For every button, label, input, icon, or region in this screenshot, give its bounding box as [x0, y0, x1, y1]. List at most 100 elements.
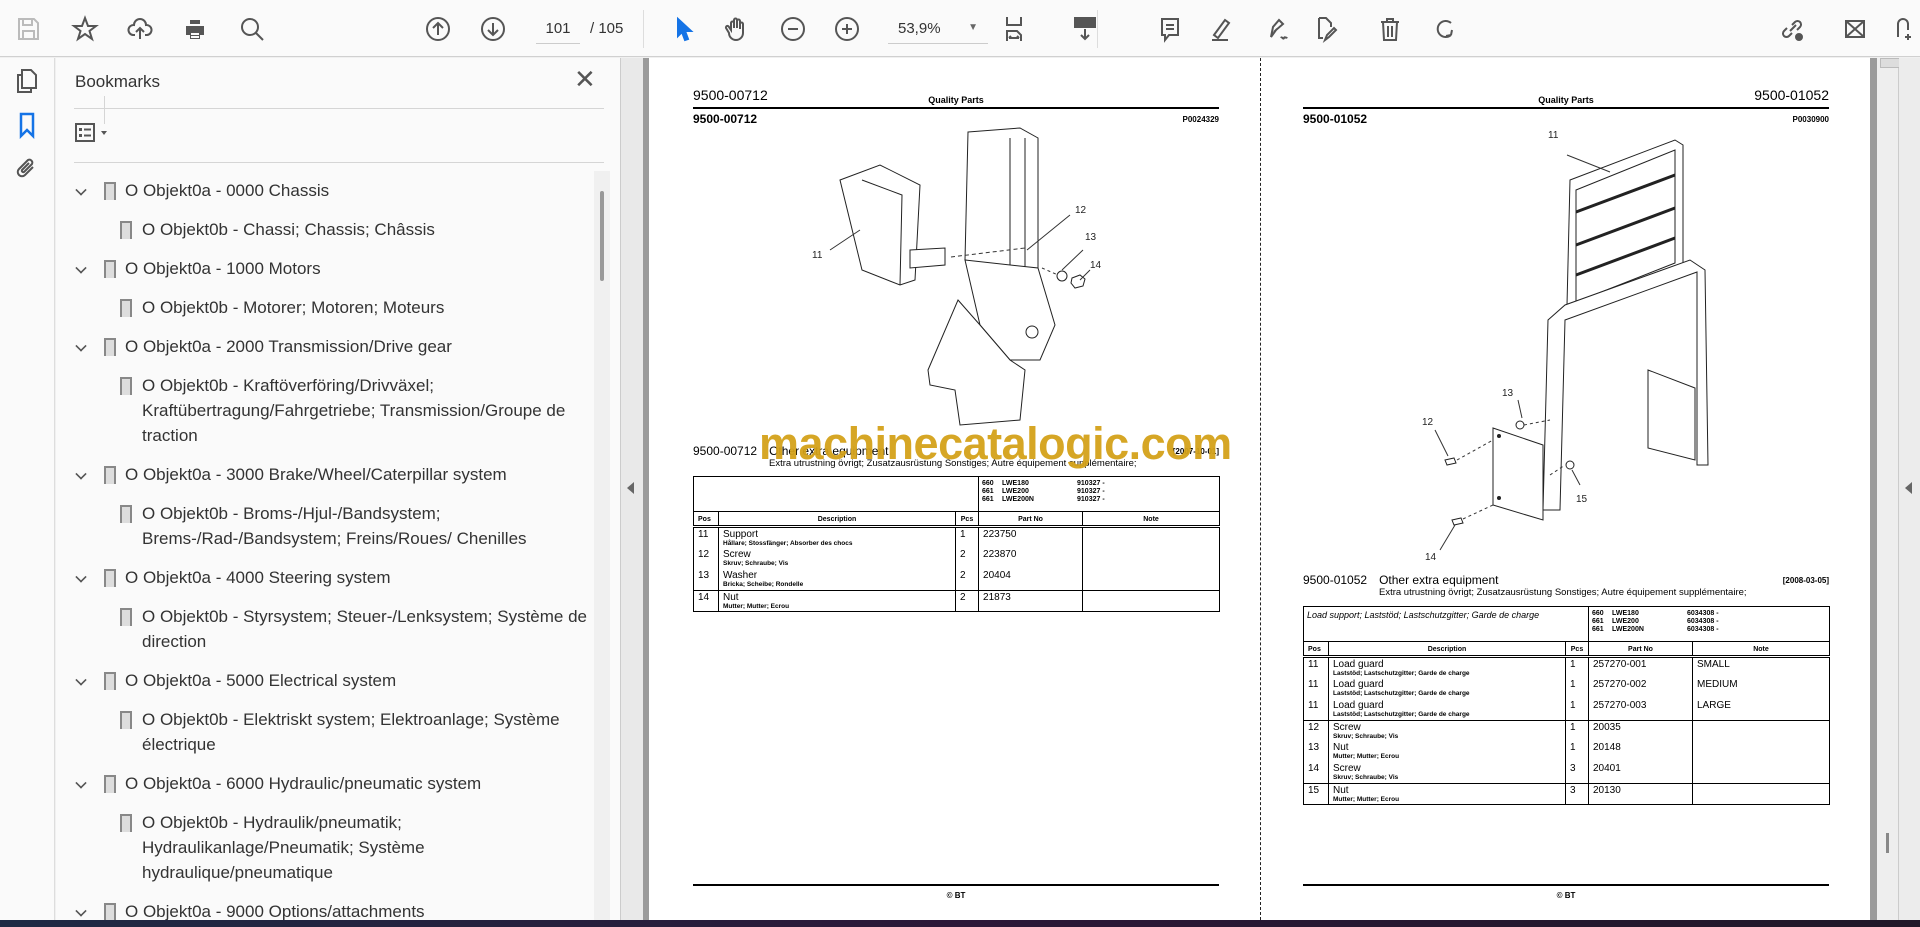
previous-page-icon[interactable] — [421, 12, 455, 46]
hand-tool-icon[interactable] — [720, 12, 754, 46]
chevron-down-icon[interactable] — [75, 184, 87, 196]
expand-right-pane-icon[interactable] — [1905, 482, 1912, 494]
bookmark-item[interactable]: O Objekt0b - Chassi; Chassis; Châssis — [56, 210, 596, 249]
description-translations: Skruv; Schraube; Vis — [723, 560, 789, 567]
select-pointer-icon[interactable] — [667, 12, 701, 46]
bookmark-icon — [104, 903, 116, 921]
watermark: machinecatalogic.com — [759, 418, 1232, 469]
close-icon[interactable]: ✕ — [574, 64, 596, 95]
bookmark-item[interactable]: O Objekt0a - 1000 Motors — [56, 249, 596, 288]
bookmark-item[interactable]: O Objekt0a - 4000 Steering system — [56, 558, 596, 597]
part-number-cell: 20404 — [978, 569, 1084, 590]
fit-page-icon[interactable] — [998, 12, 1032, 46]
column-header-pcs: Pcs — [1565, 641, 1589, 658]
page-thumbnails-icon[interactable] — [10, 64, 44, 98]
page-number-input[interactable] — [536, 14, 580, 44]
chevron-down-icon[interactable] — [75, 340, 87, 352]
trash-icon[interactable] — [1373, 12, 1407, 46]
bookmark-item[interactable]: O Objekt0b - Hydraulik/pneumatik; Hydrau… — [56, 803, 596, 892]
model-row: 661 LWE200N 910327 - — [982, 496, 1216, 504]
edit-pdf-icon[interactable] — [1308, 12, 1342, 46]
table-row: 14 Screw Skruv; Schraube; Vis 3 20401 — [1303, 762, 1830, 783]
column-header-part: Part No — [1588, 641, 1693, 658]
bookmark-list: O Objekt0a - 0000 Chassis O Objekt0b - Ch… — [56, 171, 596, 921]
zoom-out-icon[interactable] — [776, 12, 810, 46]
scrollbar-thumb[interactable] — [600, 191, 604, 281]
bookmark-item[interactable]: O Objekt0b - Broms-/Hjul-/Bandsystem; Br… — [56, 494, 596, 558]
description-cell: Support Hållare; Stossfänger; Absorber de… — [718, 526, 956, 548]
highlight-icon[interactable] — [1203, 12, 1237, 46]
sign-icon[interactable] — [1260, 12, 1294, 46]
model-serial: 910327 - — [1077, 488, 1105, 495]
parts-table: 660 LWE180 910327 - 661 LWE200 910327 - 661 LWE… — [692, 476, 1221, 612]
attachments-icon[interactable] — [10, 152, 44, 186]
bookmark-options-button[interactable] — [74, 120, 118, 146]
add-user-icon[interactable] — [1886, 12, 1920, 46]
zoom-level-select[interactable]: 53,9% ▼ — [888, 14, 988, 44]
table-row: 11 Load guard Laststöd; Lastschutzgitter; … — [1303, 656, 1830, 678]
column-header-desc: Description — [718, 511, 956, 528]
table-row: 14 Nut Mutter; Mutter; Ecrou 2 21873 — [693, 589, 1221, 612]
share-link-icon[interactable] — [1775, 12, 1809, 46]
collapse-panel-icon[interactable] — [627, 482, 634, 494]
bookmark-item[interactable]: O Objekt0a - 3000 Brake/Wheel/Caterpilla… — [56, 455, 596, 494]
model-serial: 6034308 - — [1687, 610, 1719, 617]
cloud-upload-icon[interactable] — [123, 12, 157, 46]
bookmark-item[interactable]: O Objekt0a - 2000 Transmission/Drive gea… — [56, 327, 596, 366]
bookmark-item[interactable]: O Objekt0b - Motorer; Motoren; Moteurs — [56, 288, 596, 327]
table-header-box: Load support; Laststöd; Lastschutzgitter… — [1303, 606, 1830, 642]
divider — [74, 108, 604, 109]
chevron-down-icon[interactable] — [75, 262, 87, 274]
table-row: 13 Washer Bricka; Scheibe; Rondelle 2 20404 — [693, 569, 1221, 590]
scroll-grip[interactable] — [1886, 833, 1889, 853]
scrollbar-thumb[interactable] — [1880, 58, 1900, 68]
document-scrollbar[interactable] — [1877, 58, 1899, 920]
column-header-pos: Pos — [1303, 641, 1329, 658]
page-left: 9500-00712 Quality Parts 9500-00712 P002… — [692, 58, 1232, 920]
star-icon[interactable] — [68, 12, 102, 46]
chevron-down-icon[interactable] — [75, 905, 87, 917]
email-icon[interactable] — [1838, 12, 1872, 46]
model-name: LWE200 — [1612, 618, 1639, 625]
bookmark-icon — [120, 299, 132, 323]
description-translations: Mutter; Mutter; Ecrou — [1333, 795, 1400, 803]
chevron-down-icon[interactable] — [75, 777, 87, 789]
document-view[interactable]: 9500-00712 Quality Parts 9500-00712 P002… — [649, 58, 1870, 920]
part-number-cell: 223750 — [978, 526, 1084, 548]
chevron-down-icon[interactable] — [75, 468, 87, 480]
table-header-box: 660 LWE180 910327 - 661 LWE200 910327 - 661 LWE… — [692, 476, 1221, 512]
comment-icon[interactable] — [1153, 12, 1187, 46]
description-cell: Screw Skruv; Schraube; Vis — [718, 548, 956, 569]
chevron-down-icon[interactable] — [75, 674, 87, 686]
description-translations: Mutter; Mutter; Ecrou — [1333, 753, 1400, 760]
bookmark-item[interactable]: O Objekt0a - 6000 Hydraulic/pneumatic sy… — [56, 764, 596, 803]
zoom-in-icon[interactable] — [830, 12, 864, 46]
next-page-icon[interactable] — [476, 12, 510, 46]
bookmark-item[interactable]: O Objekt0a - 9000 Options/attachments — [56, 892, 596, 921]
note-cell: MEDIUM — [1692, 678, 1830, 699]
bookmark-item[interactable]: O Objekt0b - Styrsystem; Steuer-/Lenksys… — [56, 597, 596, 661]
column-header-pos: Pos — [693, 511, 719, 528]
list-options-icon — [75, 123, 107, 142]
part-number-cell: 257270-002 — [1588, 678, 1693, 699]
save-icon[interactable] — [11, 12, 45, 46]
bookmark-item[interactable]: O Objekt0a - 5000 Electrical system — [56, 661, 596, 700]
section-subtitle: Extra utrustning övrigt; Zusatzausrüstun… — [1379, 587, 1747, 598]
search-icon[interactable] — [235, 12, 269, 46]
chevron-down-icon[interactable] — [75, 571, 87, 583]
print-icon[interactable] — [178, 12, 212, 46]
bookmark-scrollbar[interactable] — [594, 171, 610, 921]
bookmark-item[interactable]: O Objekt0b - Elektriskt system; Elektroa… — [56, 700, 596, 764]
note-cell: LARGE — [1692, 699, 1830, 720]
bookmark-icon — [104, 672, 116, 696]
bookmarks-panel: Bookmarks ✕ O Objekt0a - 0000 Chassis O O… — [56, 58, 620, 921]
bookmarks-icon[interactable] — [10, 108, 44, 142]
rotate-icon[interactable] — [1428, 12, 1462, 46]
bookmark-item[interactable]: O Objekt0b - Kraftöverföring/Drivväxel; … — [56, 366, 596, 455]
column-header-part: Part No — [978, 511, 1084, 528]
pcs-cell: 1 — [954, 526, 980, 548]
bookmark-icon — [120, 505, 132, 529]
column-header-pcs: Pcs — [954, 511, 980, 528]
bookmark-item[interactable]: O Objekt0a - 0000 Chassis — [56, 171, 596, 210]
model-code: 661 — [1592, 618, 1604, 625]
